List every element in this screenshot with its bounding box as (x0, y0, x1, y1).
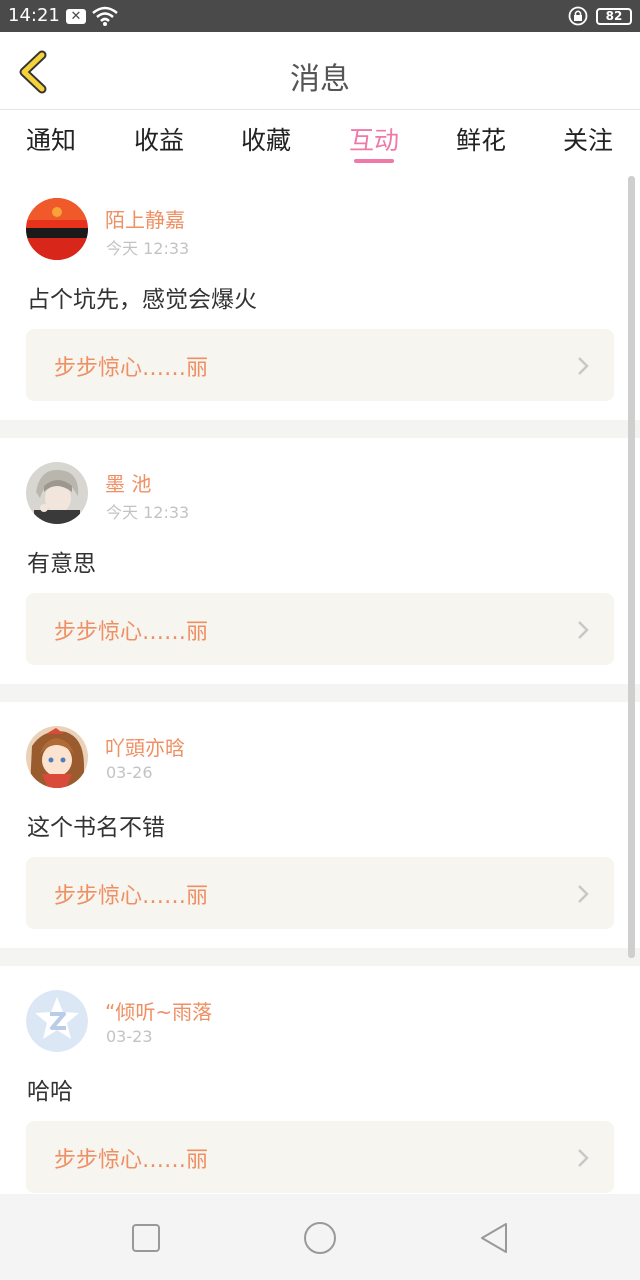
message-card: 陌上静嘉 今天 12:33 占个坑先，感觉会爆火 步步惊心……丽 (0, 174, 640, 420)
comment-text: 这个书名不错 (27, 815, 165, 841)
chevron-right-icon (578, 621, 589, 639)
book-title: 步步惊心……丽 (54, 884, 209, 909)
back-icon[interactable] (474, 1218, 514, 1258)
tab-flowers[interactable]: 鲜花 (436, 121, 526, 167)
message-time: 今天 12:33 (106, 503, 190, 522)
status-time: 14:21 (8, 5, 60, 26)
battery-icon: 82 (596, 8, 632, 25)
tab-bar: 通知 收益 收藏 互动 鲜花 关注 (0, 111, 640, 171)
book-title: 步步惊心……丽 (54, 620, 209, 645)
divider (0, 948, 640, 966)
battery-level: 82 (605, 9, 623, 23)
active-tab-indicator (354, 159, 394, 163)
wifi-icon (92, 6, 118, 26)
chevron-right-icon (578, 1149, 589, 1167)
message-time: 今天 12:33 (106, 239, 190, 258)
message-list[interactable]: 陌上静嘉 今天 12:33 占个坑先，感觉会爆火 步步惊心……丽 墨 池 今天 … (0, 174, 640, 1194)
comment-text: 有意思 (27, 551, 96, 577)
username[interactable]: “倾听~雨落 (105, 996, 212, 1025)
tab-following[interactable]: 关注 (543, 121, 633, 167)
message-card: 吖頭亦晗 03-26 这个书名不错 步步惊心……丽 (0, 702, 640, 948)
book-title: 步步惊心……丽 (54, 1148, 209, 1173)
status-bar: 14:21 ✕ 82 (0, 0, 640, 32)
message-card: “倾听~雨落 03-23 哈哈 步步惊心……丽 (0, 966, 640, 1194)
message-time: 03-26 (106, 763, 153, 782)
book-title: 步步惊心……丽 (54, 356, 209, 381)
lock-rotation-icon (568, 6, 588, 26)
home-icon[interactable] (300, 1218, 340, 1258)
avatar[interactable] (26, 990, 88, 1052)
avatar[interactable] (26, 726, 88, 788)
divider (0, 420, 640, 438)
scrollbar[interactable] (628, 176, 635, 958)
recent-apps-icon[interactable] (126, 1218, 166, 1258)
tab-earnings[interactable]: 收益 (114, 121, 204, 167)
username[interactable]: 陌上静嘉 (105, 204, 185, 233)
message-time: 03-23 (106, 1027, 153, 1046)
tab-interactions[interactable]: 互动 (329, 121, 419, 167)
divider (0, 684, 640, 702)
avatar[interactable] (26, 462, 88, 524)
avatar[interactable] (26, 198, 88, 260)
chevron-right-icon (578, 885, 589, 903)
message-card: 墨 池 今天 12:33 有意思 步步惊心……丽 (0, 438, 640, 684)
tab-notifications[interactable]: 通知 (6, 121, 96, 167)
book-link[interactable]: 步步惊心……丽 (26, 1121, 614, 1193)
chevron-right-icon (578, 357, 589, 375)
username[interactable]: 吖頭亦晗 (105, 732, 185, 761)
book-link[interactable]: 步步惊心……丽 (26, 593, 614, 665)
comment-text: 哈哈 (27, 1079, 73, 1105)
comment-text: 占个坑先，感觉会爆火 (27, 287, 257, 313)
system-nav-bar (0, 1194, 640, 1280)
username[interactable]: 墨 池 (105, 468, 151, 497)
page-title: 消息 (290, 62, 350, 97)
close-notification-icon: ✕ (66, 9, 86, 24)
header: 消息 (0, 32, 640, 110)
book-link[interactable]: 步步惊心……丽 (26, 857, 614, 929)
tab-favorites[interactable]: 收藏 (221, 121, 311, 167)
book-link[interactable]: 步步惊心……丽 (26, 329, 614, 401)
